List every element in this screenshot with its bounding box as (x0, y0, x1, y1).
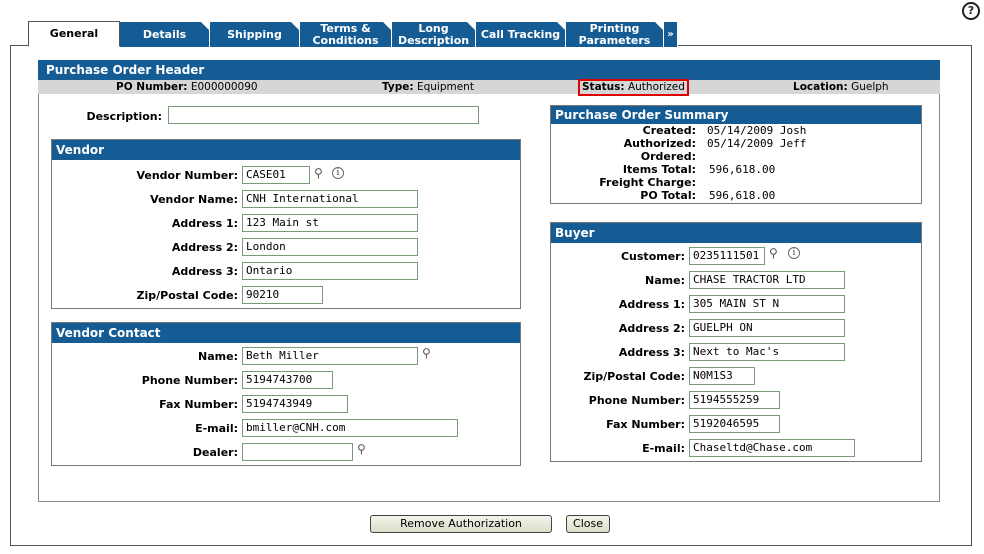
vendor-info-icon[interactable]: i (332, 167, 344, 179)
description-label: Description: (86, 110, 162, 123)
summary-freight-label: Freight Charge: (599, 176, 696, 189)
contact-email-label: E-mail: (195, 422, 238, 435)
tab-label: General (49, 27, 99, 40)
contact-fax-field[interactable]: 5194743949 (242, 395, 348, 413)
tab-terms-conditions[interactable]: Terms & Conditions (300, 22, 392, 47)
po-location-value: Guelph (851, 81, 889, 93)
buyer-address3-label: Address 3: (618, 346, 685, 359)
summary-authorized-label: Authorized: (623, 137, 696, 150)
po-type: Type: Equipment (382, 80, 474, 94)
contact-name-label: Name: (198, 350, 238, 363)
tab-label: Terms & Conditions (312, 21, 379, 47)
summary-ordered-label: Ordered: (640, 150, 696, 163)
po-number-label: PO Number: (116, 81, 188, 93)
remove-authorization-button[interactable]: Remove Authorization (370, 515, 552, 533)
vendor-address3-field[interactable]: Ontario (242, 262, 418, 280)
vendor-address2-field[interactable]: London (242, 238, 418, 256)
buyer-name-field[interactable]: CHASE TRACTOR LTD (689, 271, 845, 289)
buyer-zip-field[interactable]: N0M1S3 (689, 367, 755, 385)
vendor-number-field[interactable]: CASE01 (242, 166, 310, 184)
vendor-zip-field[interactable]: 90210 (242, 286, 323, 304)
po-summary-title: Purchase Order Summary (551, 106, 921, 124)
vendor-title: Vendor (52, 140, 520, 160)
customer-lookup-icon[interactable]: ⚲ (769, 246, 778, 260)
vendor-address1-label: Address 1: (171, 217, 238, 230)
description-field[interactable] (168, 106, 479, 124)
vendor-name-label: Vendor Name: (150, 193, 238, 206)
summary-created-value: 05/14/2009 Josh (707, 124, 807, 137)
tab-scroll-right[interactable]: » (664, 22, 678, 47)
summary-created-label: Created: (642, 124, 696, 137)
contact-name-field[interactable]: Beth Miller (242, 347, 418, 365)
dealer-field[interactable] (242, 443, 353, 461)
buyer-address3-field[interactable]: Next to Mac's (689, 343, 845, 361)
buyer-zip-label: Zip/Postal Code: (583, 370, 685, 383)
summary-po-total-value: 596,618.00 (709, 189, 776, 202)
buyer-email-field[interactable]: Chaseltd@Chase.com (689, 439, 855, 457)
dealer-label: Dealer: (192, 446, 238, 459)
buyer-title: Buyer (551, 223, 921, 243)
summary-items-total-value: 596,618.00 (709, 163, 776, 176)
contact-phone-field[interactable]: 5194743700 (242, 371, 333, 389)
summary-po-total-label: PO Total: (640, 189, 696, 202)
po-location-label: Location: (793, 81, 848, 93)
vendor-number-label: Vendor Number: (136, 169, 238, 182)
buyer-customer-field[interactable]: 0235111501 (689, 247, 765, 265)
dealer-lookup-icon[interactable]: ⚲ (357, 442, 366, 456)
po-header-title: Purchase Order Header (38, 60, 940, 80)
po-info-bar: PO Number: E000000090 Type: Equipment St… (38, 80, 940, 94)
vendor-name-field[interactable]: CNH International (242, 190, 418, 208)
vendor-zip-label: Zip/Postal Code: (136, 289, 238, 302)
po-location: Location: Guelph (793, 80, 889, 94)
contact-fax-label: Fax Number: (159, 398, 238, 411)
buyer-name-label: Name: (645, 274, 685, 287)
vendor-lookup-icon[interactable]: ⚲ (314, 166, 323, 180)
contact-email-field[interactable]: bmiller@CNH.com (242, 419, 458, 437)
tab-shipping[interactable]: Shipping (210, 22, 300, 47)
buyer-fax-label: Fax Number: (606, 418, 685, 431)
tab-call-tracking[interactable]: Call Tracking (476, 22, 566, 47)
tab-long-description[interactable]: Long Description (392, 22, 476, 47)
status-highlight (578, 79, 689, 96)
tab-general[interactable]: General (28, 21, 120, 47)
po-number: PO Number: E000000090 (116, 80, 258, 94)
buyer-phone-label: Phone Number: (588, 394, 685, 407)
chevron-right-icon: » (667, 28, 674, 40)
vendor-contact-title: Vendor Contact (52, 323, 520, 343)
buyer-address2-label: Address 2: (618, 322, 685, 335)
contact-phone-label: Phone Number: (141, 374, 238, 387)
vendor-address3-label: Address 3: (171, 265, 238, 278)
tab-label: Shipping (227, 27, 282, 41)
buyer-address2-field[interactable]: GUELPH ON (689, 319, 845, 337)
buyer-address1-field[interactable]: 305 MAIN ST N (689, 295, 845, 313)
buyer-email-label: E-mail: (642, 442, 685, 455)
buyer-fax-field[interactable]: 5192046595 (689, 415, 780, 433)
tab-printing-parameters[interactable]: Printing Parameters (566, 22, 664, 47)
po-type-label: Type: (382, 81, 414, 93)
buyer-phone-field[interactable]: 5194555259 (689, 391, 780, 409)
tab-label: Long Description (397, 21, 470, 47)
contact-lookup-icon[interactable]: ⚲ (422, 346, 431, 360)
close-button[interactable]: Close (566, 515, 610, 533)
tab-label: Details (142, 27, 187, 41)
tab-details[interactable]: Details (120, 22, 210, 47)
tab-label: Printing Parameters (578, 21, 651, 47)
po-type-value: Equipment (416, 81, 474, 93)
vendor-address1-field[interactable]: 123 Main st (242, 214, 418, 232)
help-icon[interactable]: ? (962, 2, 980, 20)
customer-info-icon[interactable]: i (788, 247, 800, 259)
po-number-value: E000000090 (190, 81, 258, 93)
vendor-address2-label: Address 2: (171, 241, 238, 254)
summary-items-total-label: Items Total: (622, 163, 696, 176)
buyer-customer-label: Customer: (620, 250, 685, 263)
buyer-address1-label: Address 1: (618, 298, 685, 311)
tab-bar: General Details Shipping Terms & Conditi… (28, 21, 678, 47)
summary-authorized-value: 05/14/2009 Jeff (707, 137, 807, 150)
tab-label: Call Tracking (480, 27, 561, 41)
